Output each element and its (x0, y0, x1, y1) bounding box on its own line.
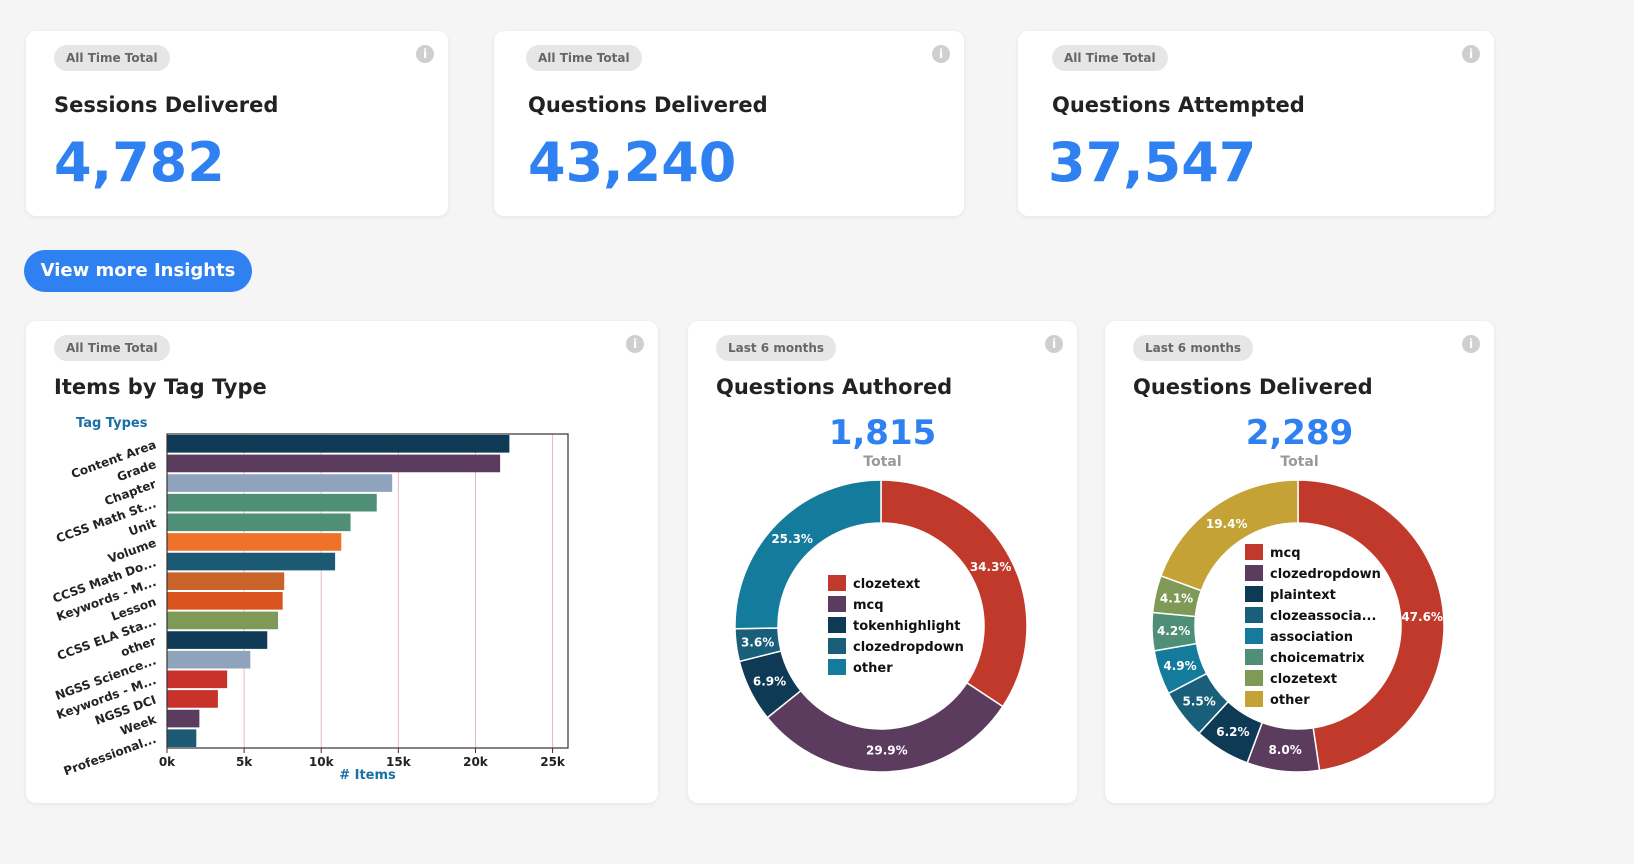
bar (167, 435, 510, 453)
items-by-tag-card: All Time Total i Items by Tag Type Tag T… (26, 321, 658, 803)
donut-slice (880, 479, 1028, 708)
legend-swatch (1245, 649, 1263, 665)
time-range-badge: All Time Total (54, 45, 170, 71)
stat-card-questions-attempted: All Time Total i Questions Attempted 37,… (1018, 31, 1494, 216)
x-tick-label: 10k (309, 755, 335, 769)
slice-label: 29.9% (866, 743, 908, 757)
legend-swatch (828, 575, 846, 591)
x-tick-label: 25k (540, 755, 566, 769)
bar (167, 493, 377, 512)
bar (167, 690, 218, 708)
legend-label: clozeassocia... (1270, 609, 1376, 624)
time-range-badge: All Time Total (1052, 45, 1168, 71)
bar (167, 533, 342, 551)
stat-card-sessions: All Time Total i Sessions Delivered 4,78… (26, 31, 448, 216)
questions-authored-donut: 34.3% 29.9% 6.9% 3.6% 25.3% clozetext mcq token… (734, 479, 1028, 773)
legend-label: plaintext (1270, 588, 1336, 603)
x-tick-label: 15k (386, 755, 412, 769)
slice-label: 8.0% (1268, 743, 1301, 757)
legend-label: clozedropdown (1270, 567, 1381, 582)
x-axis-label: # Items (339, 768, 396, 783)
stat-title: Sessions Delivered (54, 93, 279, 117)
bar (167, 650, 251, 669)
x-tick-label: 0k (159, 755, 176, 769)
bar (167, 454, 501, 473)
bar (167, 572, 285, 590)
questions-authored-card: Last 6 months i Questions Authored 1,815… (688, 321, 1077, 803)
bar (167, 474, 393, 492)
legend-label: clozetext (853, 577, 920, 592)
stat-value: 43,240 (528, 131, 737, 194)
legend-swatch (1245, 691, 1263, 707)
bar (167, 670, 228, 689)
bar (167, 729, 197, 747)
donut-slice (1297, 479, 1445, 772)
x-tick-label: 20k (463, 755, 489, 769)
legend-label: mcq (853, 598, 884, 613)
questions-delivered-donut: 47.6% 8.0% 6.2% 5.5% 4.9% 4.2% 4.1% 19.4% mcq clo… (1151, 479, 1445, 773)
bar (167, 611, 279, 630)
legend-label: tokenhighlight (853, 619, 960, 634)
slice-label: 3.6% (741, 635, 774, 649)
legend-swatch (828, 617, 846, 633)
bar (167, 631, 268, 649)
legend-label: choicematrix (1270, 651, 1365, 666)
stat-title: Questions Attempted (1052, 93, 1305, 117)
slice-label: 19.4% (1206, 517, 1248, 531)
stat-card-questions-delivered: All Time Total i Questions Delivered 43,… (494, 31, 964, 216)
category-label: Unit (127, 516, 158, 539)
legend-swatch (828, 659, 846, 675)
time-range-badge: All Time Total (526, 45, 642, 71)
info-icon[interactable]: i (932, 45, 950, 63)
info-icon[interactable]: i (416, 45, 434, 63)
slice-label: 25.3% (771, 532, 813, 546)
bar (167, 709, 200, 728)
legend-swatch (1245, 607, 1263, 623)
slice-label: 47.6% (1401, 610, 1443, 624)
stat-title: Questions Delivered (528, 93, 768, 117)
legend-swatch (1245, 544, 1263, 560)
legend-swatch (1245, 565, 1263, 581)
x-tick-label: 5k (236, 755, 253, 769)
slice-label: 4.2% (1157, 624, 1190, 638)
bar (167, 552, 336, 571)
legend-swatch (1245, 586, 1263, 602)
stat-value: 37,547 (1048, 131, 1257, 194)
legend-title: Tag Types (76, 416, 148, 431)
slice-label: 6.2% (1216, 725, 1249, 739)
legend-label: other (853, 661, 893, 676)
slice-label: 6.9% (753, 674, 786, 688)
slice-label: 34.3% (970, 560, 1012, 574)
legend-label: clozedropdown (853, 640, 964, 655)
donut-slice (766, 681, 1004, 773)
bar (167, 592, 283, 610)
legend-swatch (828, 596, 846, 612)
legend-swatch (1245, 628, 1263, 644)
view-more-insights-button[interactable]: View more Insights (24, 250, 252, 292)
info-icon[interactable]: i (1462, 45, 1480, 63)
bar (167, 513, 351, 532)
legend-label: other (1270, 693, 1310, 708)
tag-type-bar-chart: Tag Types0k 5k 10k 15k 20k 25kContent AreaGra… (51, 416, 569, 783)
questions-delivered-card: Last 6 months i Questions Delivered 2,28… (1105, 321, 1494, 803)
legend-swatch (1245, 670, 1263, 686)
category-label: Professional... (62, 732, 158, 778)
legend-label: mcq (1270, 546, 1301, 561)
slice-label: 4.9% (1163, 659, 1196, 673)
slice-label: 4.1% (1160, 592, 1193, 606)
slice-label: 5.5% (1182, 695, 1215, 709)
stat-value: 4,782 (54, 131, 225, 194)
legend-swatch (828, 638, 846, 654)
legend-label: association (1270, 630, 1353, 645)
legend-label: clozetext (1270, 672, 1337, 687)
